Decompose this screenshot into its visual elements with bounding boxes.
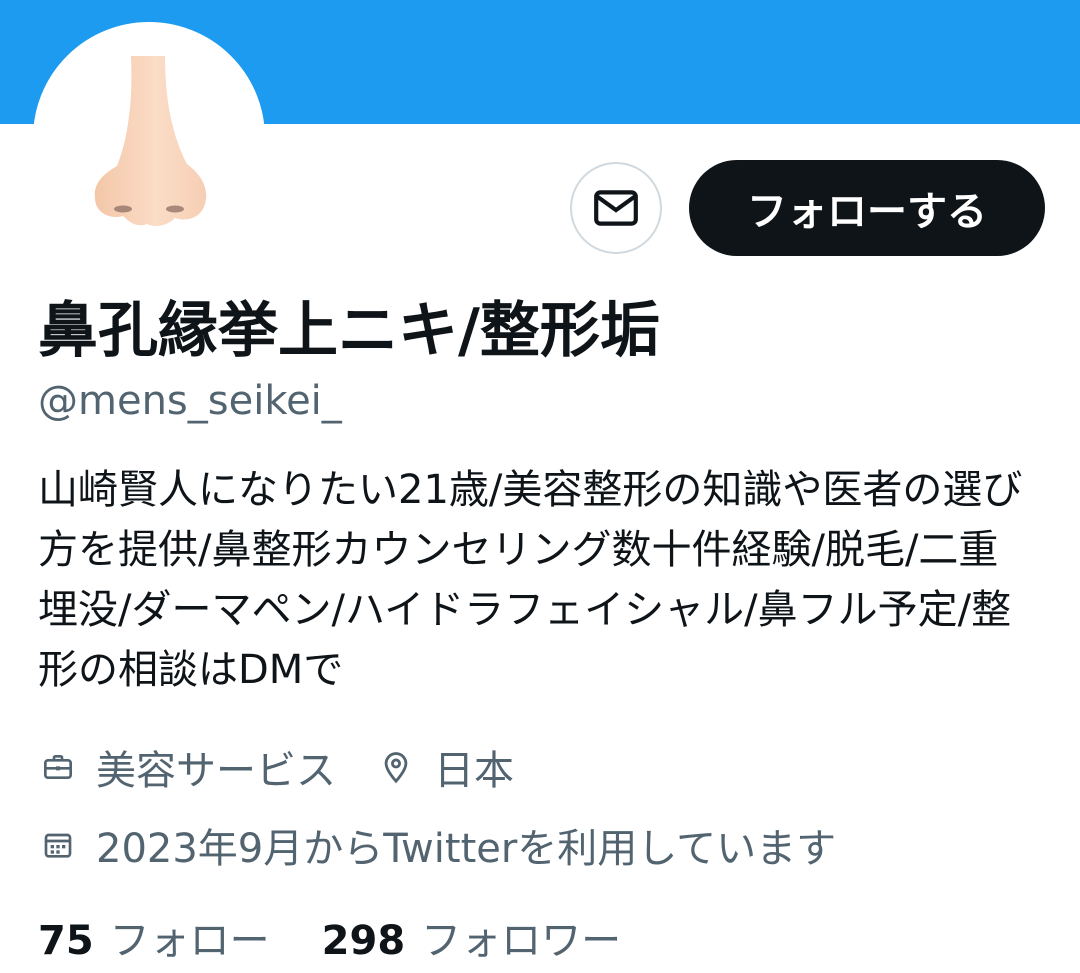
followers-label: フォロワー (421, 918, 622, 964)
profile-joined-row: 2023年9月からTwitterを利用しています (38, 816, 836, 874)
profile-screen: フォローする 鼻孔縁挙上ニキ/整形垢 @mens_seikei_ 山崎賢人になり… (0, 0, 1080, 973)
profile-joined-date: 2023年9月からTwitterを利用しています (96, 826, 837, 872)
avatar[interactable] (33, 22, 265, 254)
message-button[interactable] (570, 162, 662, 254)
envelope-icon (594, 190, 638, 226)
following-link[interactable]: 75 フォロー (38, 908, 270, 966)
user-handle: @mens_seikei_ (38, 378, 342, 424)
following-count: 75 (38, 918, 94, 964)
follow-button[interactable]: フォローする (689, 160, 1045, 256)
display-name: 鼻孔縁挙上ニキ/整形垢 (38, 296, 660, 366)
briefcase-icon (38, 747, 78, 787)
calendar-icon (38, 825, 78, 865)
following-label: フォロー (109, 918, 270, 964)
profile-category: 美容サービス (96, 748, 336, 794)
profile-stats: 75 フォロー 298 フォロワー (38, 908, 621, 966)
followers-count: 298 (321, 918, 406, 964)
nose-illustration (94, 56, 207, 226)
location-pin-icon (376, 747, 416, 787)
profile-meta-row: 美容サービス 日本 (38, 738, 514, 796)
profile-bio: 山崎賢人になりたい21歳/美容整形の知識や医者の選び方を提供/鼻整形カウンセリン… (38, 467, 1023, 693)
followers-link[interactable]: 298 フォロワー (322, 908, 622, 966)
profile-location: 日本 (434, 748, 514, 794)
